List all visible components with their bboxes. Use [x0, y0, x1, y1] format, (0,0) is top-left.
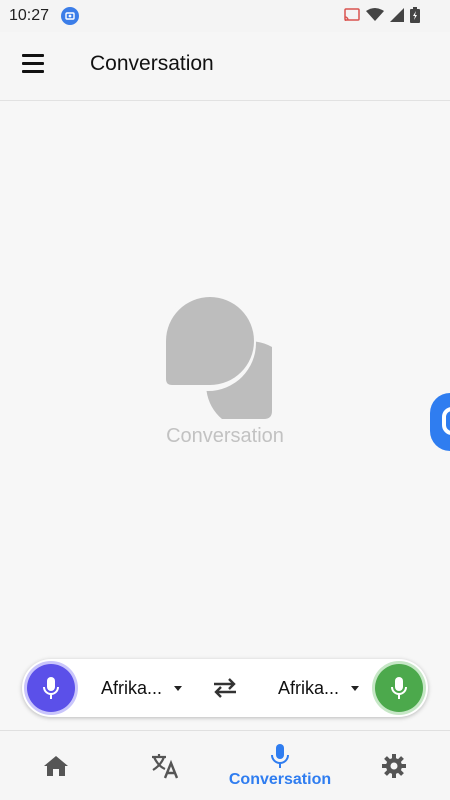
nav-item-settings[interactable]	[338, 731, 450, 800]
microphone-icon	[271, 743, 289, 768]
chat-bubbles-icon	[162, 295, 272, 419]
microphone-icon	[391, 677, 407, 699]
left-language-label: Afrika...	[101, 677, 163, 698]
status-icons	[344, 7, 420, 23]
left-language-selector[interactable]: Afrika...	[101, 676, 183, 700]
translate-icon	[152, 753, 179, 778]
empty-state-label: Conversation	[166, 425, 284, 447]
right-language-label: Afrika...	[278, 677, 340, 698]
signal-icon	[390, 8, 404, 22]
hamburger-menu-icon[interactable]	[20, 54, 50, 78]
wifi-icon	[366, 8, 384, 21]
status-time: 10:27	[9, 7, 50, 24]
floating-side-tab[interactable]	[430, 393, 450, 451]
nav-item-conversation[interactable]: Conversation	[224, 731, 336, 800]
home-icon	[44, 755, 68, 776]
settings-gear-icon	[382, 753, 406, 778]
dropdown-caret-icon	[174, 685, 183, 691]
dropdown-caret-icon	[351, 685, 360, 691]
right-language-selector[interactable]: Afrika...	[278, 676, 360, 700]
nav-item-home[interactable]	[0, 731, 112, 800]
empty-state: Conversation	[0, 295, 450, 455]
bottom-navigation: Conversation	[0, 730, 450, 800]
status-bar: 10:27	[0, 0, 450, 32]
nav-label-conversation: Conversation	[228, 770, 332, 788]
right-mic-button[interactable]	[375, 664, 423, 712]
microphone-icon	[43, 677, 59, 699]
page-title: Conversation	[90, 52, 214, 75]
swap-arrows-icon[interactable]	[211, 676, 239, 700]
screenshot-badge-icon	[61, 7, 79, 25]
cast-icon	[344, 8, 360, 21]
app-bar: Conversation	[0, 32, 450, 101]
language-bar: Afrika... Afrika...	[22, 659, 428, 717]
nav-item-translate[interactable]	[109, 731, 221, 800]
battery-charging-icon	[410, 7, 420, 23]
side-tab-icon	[442, 407, 450, 435]
left-mic-button[interactable]	[27, 664, 75, 712]
